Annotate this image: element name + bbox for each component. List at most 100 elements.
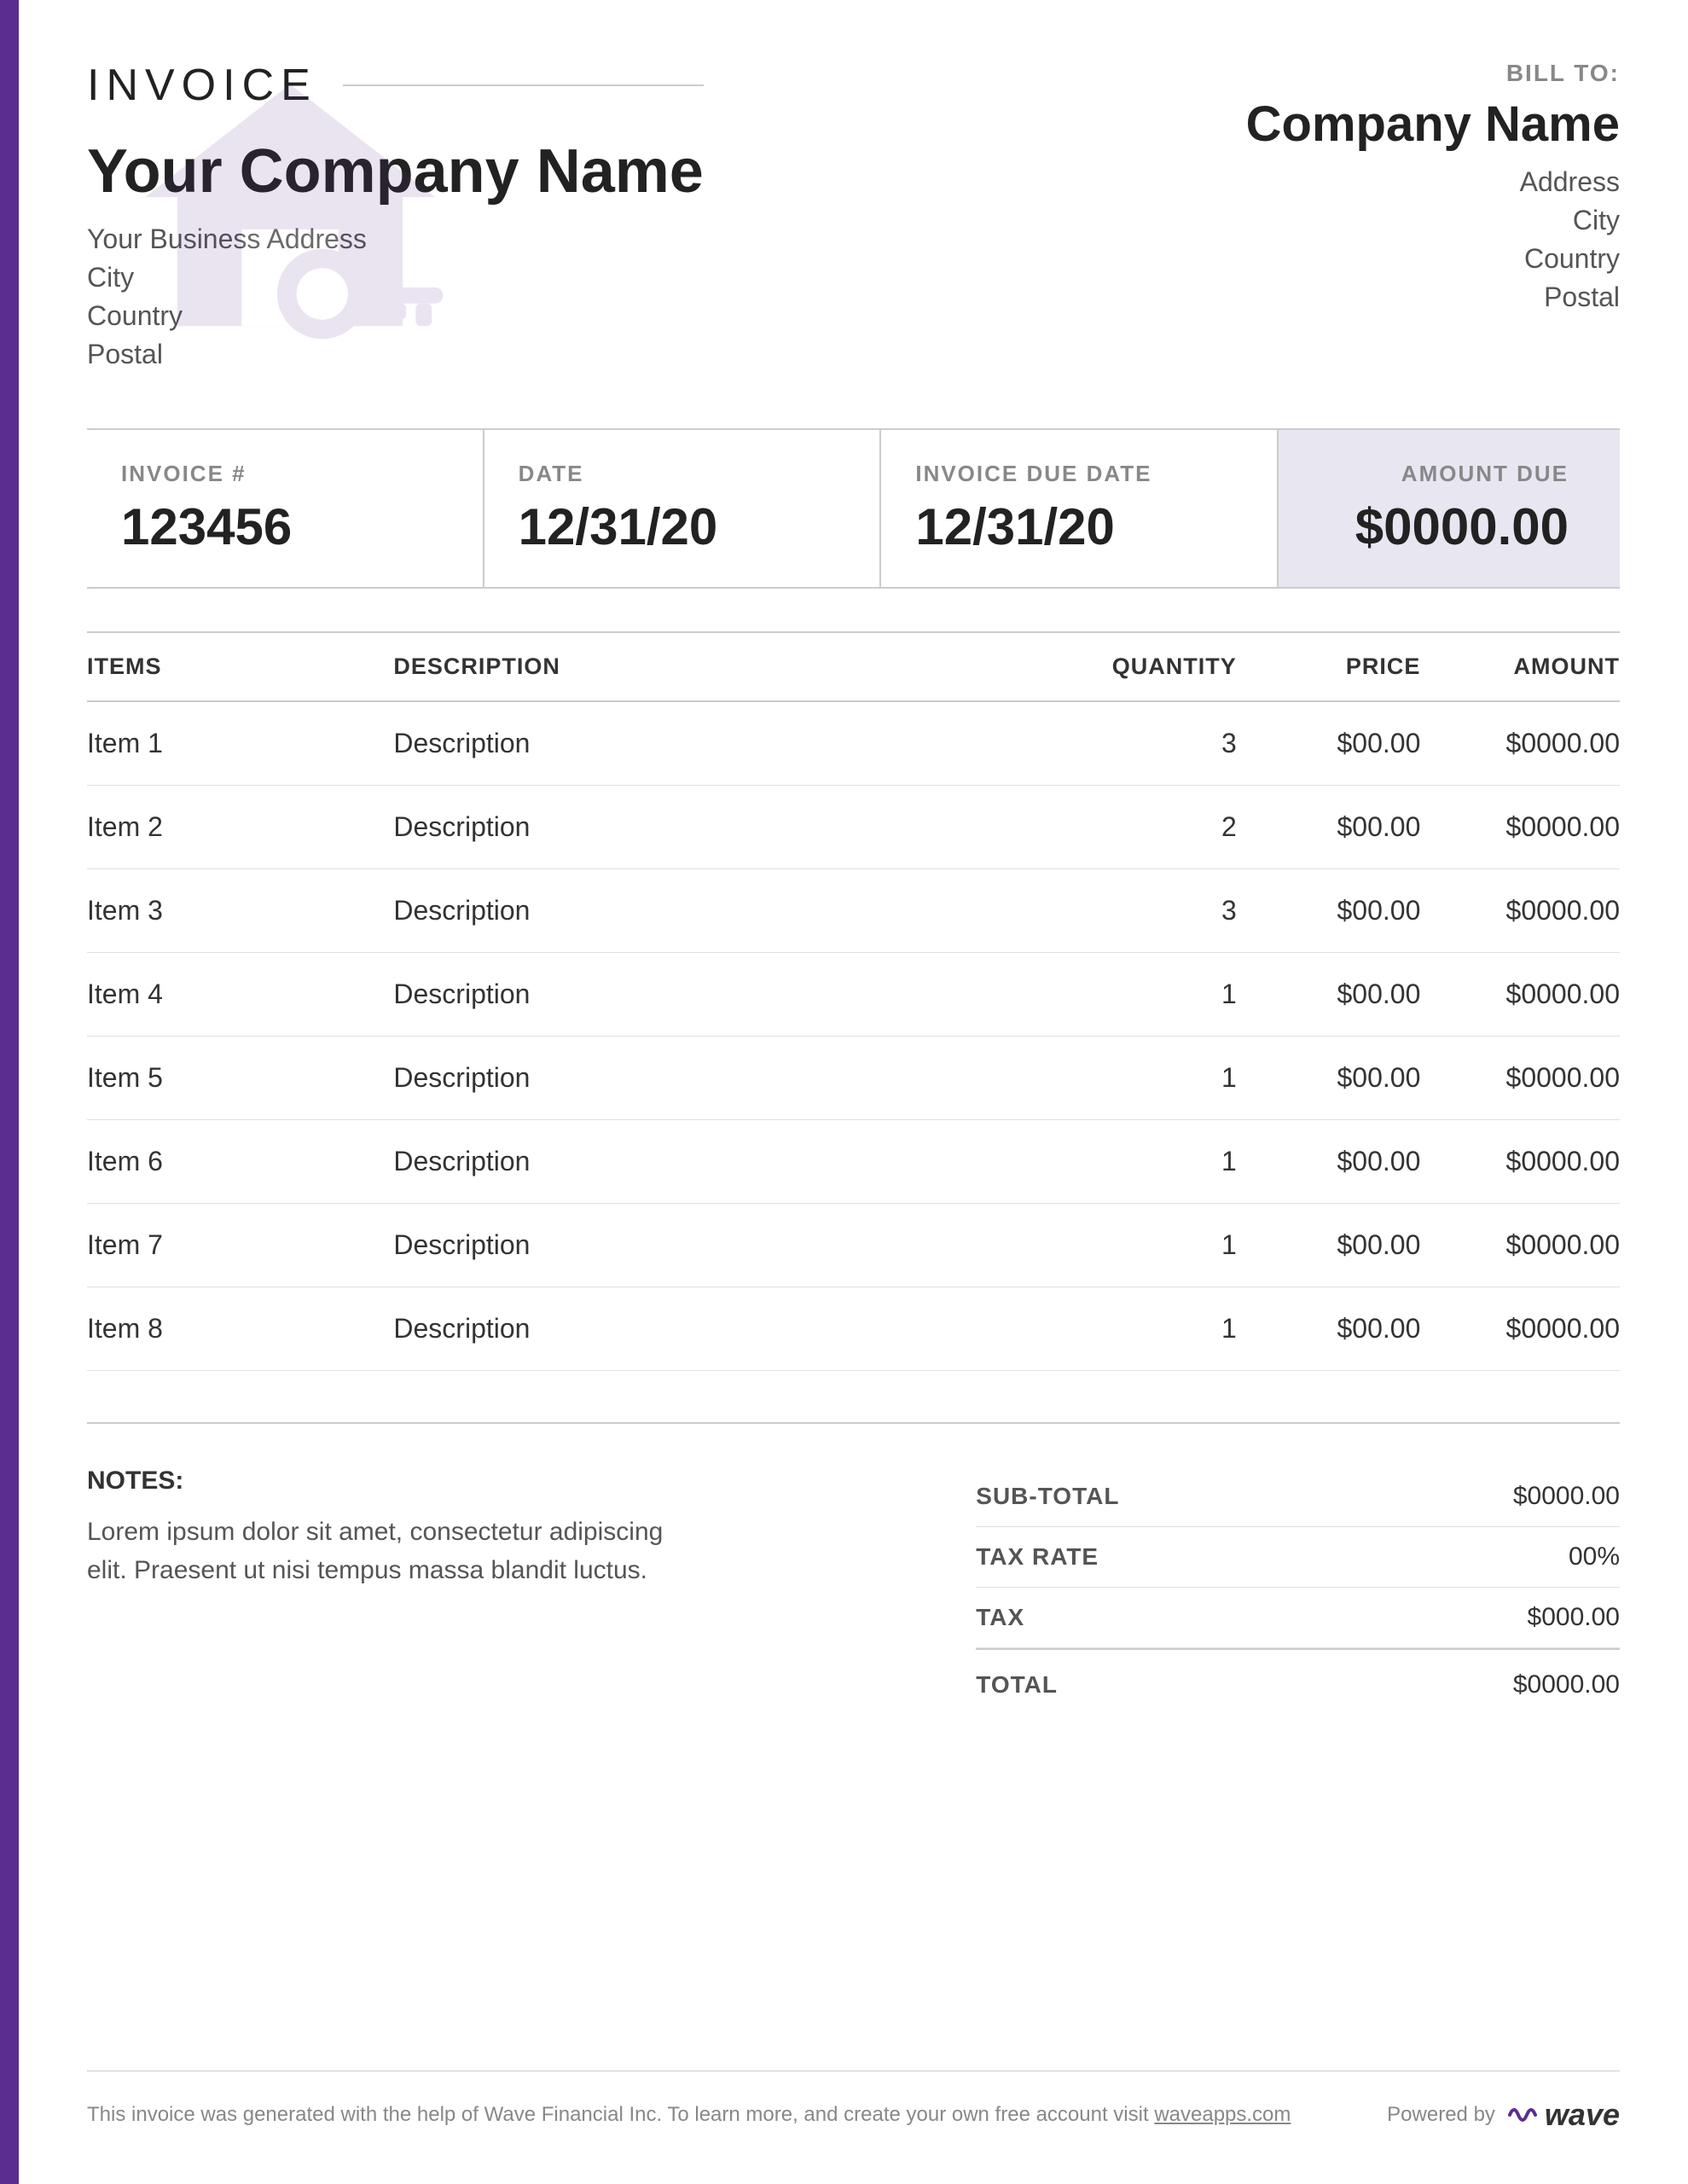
row-price-1: $00.00 <box>1237 701 1421 786</box>
bill-city: City <box>1246 205 1620 236</box>
tax-row: TAX $000.00 <box>976 1588 1620 1648</box>
bill-country: Country <box>1246 243 1620 275</box>
row-description-8: Description <box>393 1287 1006 1371</box>
amount-due-section: AMOUNT DUE $0000.00 <box>1279 430 1620 587</box>
invoice-info-bar: INVOICE # 123456 DATE 12/31/20 INVOICE D… <box>87 428 1620 589</box>
row-description-1: Description <box>393 701 1006 786</box>
footer-text: This invoice was generated with the help… <box>87 2103 1291 2127</box>
row-price-6: $00.00 <box>1237 1120 1421 1204</box>
date-label: DATE <box>519 461 846 487</box>
table-row: Item 3 Description 3 $00.00 $0000.00 <box>87 869 1620 953</box>
row-item-4: Item 4 <box>87 953 393 1037</box>
invoice-title-row: INVOICE <box>87 60 704 111</box>
bill-address: Address <box>1246 166 1620 198</box>
row-amount-3: $0000.00 <box>1420 869 1620 953</box>
invoice-number-section: INVOICE # 123456 <box>87 430 484 587</box>
invoice-page: INVOICE Your Company Name Your Business … <box>0 0 1688 2184</box>
row-amount-6: $0000.00 <box>1420 1120 1620 1204</box>
bill-company-name: Company Name <box>1246 96 1620 153</box>
items-table: ITEMS DESCRIPTION QUANTITY PRICE AMOUNT … <box>87 631 1620 1371</box>
notes-text: Lorem ipsum dolor sit amet, consectetur … <box>87 1513 684 1589</box>
table-row: Item 1 Description 3 $00.00 $0000.00 <box>87 701 1620 786</box>
wave-logo: wave <box>1505 2097 1620 2133</box>
table-row: Item 5 Description 1 $00.00 $0000.00 <box>87 1037 1620 1120</box>
table-header-row: ITEMS DESCRIPTION QUANTITY PRICE AMOUNT <box>87 632 1620 701</box>
bill-postal: Postal <box>1246 282 1620 313</box>
col-header-description: DESCRIPTION <box>393 632 1006 701</box>
row-item-6: Item 6 <box>87 1120 393 1204</box>
accent-bar <box>0 0 19 2184</box>
row-amount-5: $0000.00 <box>1420 1037 1620 1120</box>
footer-link[interactable]: waveapps.com <box>1154 2103 1291 2126</box>
totals-section: SUB-TOTAL $0000.00 TAX RATE 00% TAX $000… <box>976 1467 1620 1715</box>
row-item-2: Item 2 <box>87 786 393 869</box>
row-price-2: $00.00 <box>1237 786 1421 869</box>
subtotal-label: SUB-TOTAL <box>976 1483 1119 1510</box>
row-quantity-1: 3 <box>1006 701 1237 786</box>
row-price-4: $00.00 <box>1237 953 1421 1037</box>
row-quantity-8: 1 <box>1006 1287 1237 1371</box>
row-price-8: $00.00 <box>1237 1287 1421 1371</box>
due-date-section: INVOICE DUE DATE 12/31/20 <box>881 430 1279 587</box>
content: INVOICE Your Company Name Your Business … <box>19 0 1688 2184</box>
row-quantity-4: 1 <box>1006 953 1237 1037</box>
row-amount-2: $0000.00 <box>1420 786 1620 869</box>
row-price-7: $00.00 <box>1237 1204 1421 1287</box>
table-row: Item 7 Description 1 $00.00 $0000.00 <box>87 1204 1620 1287</box>
row-item-1: Item 1 <box>87 701 393 786</box>
tax-value: $000.00 <box>1528 1603 1620 1632</box>
sender-company-name: Your Company Name <box>87 136 704 206</box>
row-price-3: $00.00 <box>1237 869 1421 953</box>
row-amount-4: $0000.00 <box>1420 953 1620 1037</box>
subtotal-value: $0000.00 <box>1513 1482 1620 1511</box>
date-section: DATE 12/31/20 <box>484 430 882 587</box>
row-item-7: Item 7 <box>87 1204 393 1287</box>
tax-label: TAX <box>976 1604 1024 1631</box>
row-description-7: Description <box>393 1204 1006 1287</box>
row-amount-7: $0000.00 <box>1420 1204 1620 1287</box>
row-price-5: $00.00 <box>1237 1037 1421 1120</box>
tax-rate-value: 00% <box>1569 1542 1620 1571</box>
table-row: Item 4 Description 1 $00.00 $0000.00 <box>87 953 1620 1037</box>
row-description-2: Description <box>393 786 1006 869</box>
invoice-title: INVOICE <box>87 60 317 111</box>
powered-by-label: Powered by <box>1387 2103 1495 2127</box>
col-header-quantity: QUANTITY <box>1006 632 1237 701</box>
row-description-4: Description <box>393 953 1006 1037</box>
title-divider <box>343 84 704 86</box>
due-date-value: 12/31/20 <box>915 497 1243 556</box>
sender-postal: Postal <box>87 339 704 370</box>
row-amount-1: $0000.00 <box>1420 701 1620 786</box>
header-section: INVOICE Your Company Name Your Business … <box>87 60 1620 377</box>
col-header-amount: AMOUNT <box>1420 632 1620 701</box>
table-row: Item 6 Description 1 $00.00 $0000.00 <box>87 1120 1620 1204</box>
tax-rate-label: TAX RATE <box>976 1543 1099 1571</box>
sender-info: INVOICE Your Company Name Your Business … <box>87 60 704 377</box>
invoice-number-label: INVOICE # <box>121 461 449 487</box>
total-row: TOTAL $0000.00 <box>976 1648 1620 1715</box>
row-item-3: Item 3 <box>87 869 393 953</box>
col-header-price: PRICE <box>1237 632 1421 701</box>
powered-by: Powered by wave <box>1387 2097 1620 2133</box>
table-row: Item 2 Description 2 $00.00 $0000.00 <box>87 786 1620 869</box>
notes-label: NOTES: <box>87 1467 930 1496</box>
due-date-label: INVOICE DUE DATE <box>915 461 1243 487</box>
col-header-items: ITEMS <box>87 632 393 701</box>
sender-address1: Your Business Address <box>87 224 704 255</box>
row-amount-8: $0000.00 <box>1420 1287 1620 1371</box>
row-quantity-7: 1 <box>1006 1204 1237 1287</box>
row-quantity-3: 3 <box>1006 869 1237 953</box>
sender-city: City <box>87 262 704 293</box>
table-row: Item 8 Description 1 $00.00 $0000.00 <box>87 1287 1620 1371</box>
wave-brand-text: wave <box>1545 2097 1620 2133</box>
notes-section: NOTES: Lorem ipsum dolor sit amet, conse… <box>87 1467 930 1715</box>
invoice-number-value: 123456 <box>121 497 449 556</box>
total-label: TOTAL <box>976 1671 1058 1699</box>
footer-text-label: This invoice was generated with the help… <box>87 2103 1149 2126</box>
subtotal-row: SUB-TOTAL $0000.00 <box>976 1467 1620 1527</box>
sender-country: Country <box>87 300 704 332</box>
amount-due-label: AMOUNT DUE <box>1313 461 1569 487</box>
row-description-3: Description <box>393 869 1006 953</box>
page-footer: This invoice was generated with the help… <box>87 2071 1620 2133</box>
row-description-5: Description <box>393 1037 1006 1120</box>
